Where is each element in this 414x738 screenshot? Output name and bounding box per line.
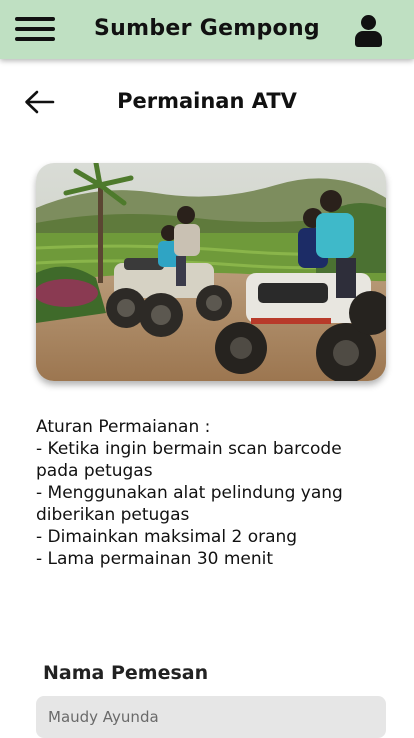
rule-item: - Ketika ingin bermain scan barcode pada… bbox=[36, 439, 342, 481]
name-input[interactable] bbox=[36, 696, 386, 738]
rule-item: - Dimainkan maksimal 2 orang bbox=[36, 527, 298, 547]
top-app-bar: Sumber Gempong bbox=[0, 0, 414, 59]
rule-item: - Menggunakan alat pelindung yang diberi… bbox=[36, 483, 343, 525]
rule-item: - Lama permainan 30 menit bbox=[36, 549, 274, 569]
page-title: Permainan ATV bbox=[117, 89, 297, 113]
atv-photo bbox=[36, 163, 386, 381]
page-header: Permainan ATV bbox=[0, 84, 414, 120]
rules-heading: Aturan Permaianan : bbox=[36, 417, 211, 437]
user-profile-icon[interactable] bbox=[353, 15, 385, 49]
user-head-shape bbox=[361, 15, 376, 30]
app-title: Sumber Gempong bbox=[94, 16, 320, 41]
game-rules: Aturan Permaianan : - Ketika ingin berma… bbox=[36, 416, 386, 570]
name-label: Nama Pemesan bbox=[43, 662, 209, 684]
user-body-shape bbox=[355, 31, 382, 47]
